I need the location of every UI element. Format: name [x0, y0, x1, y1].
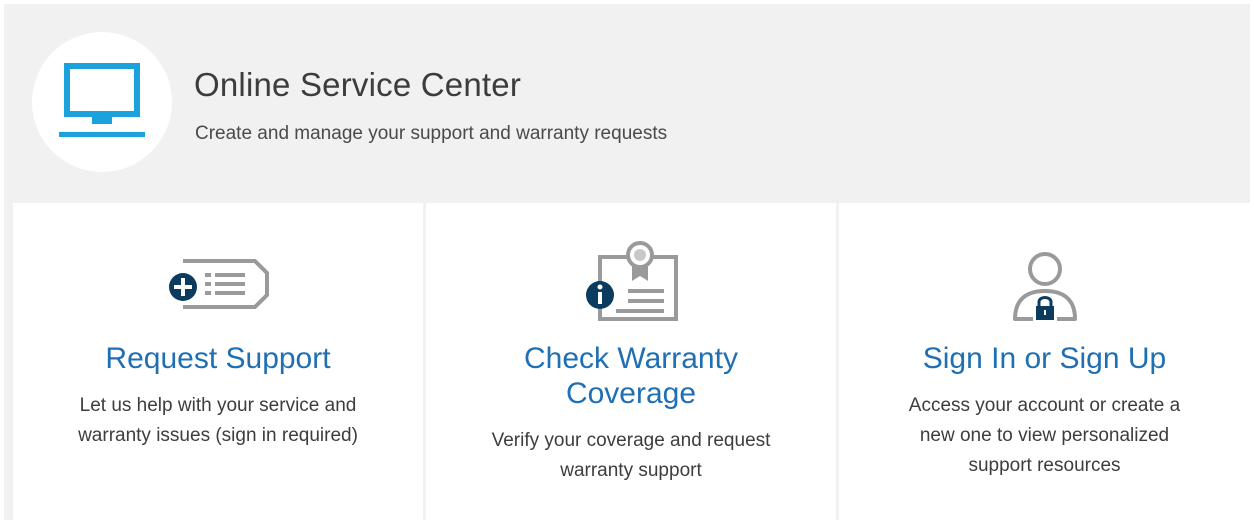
card-desc-line: Let us help with your service and [79, 395, 357, 416]
request-support-description: Let us help with your service and warran… [43, 391, 393, 451]
action-cards: Request Support Let us help with your se… [13, 203, 1250, 520]
card-desc-line: warranty issues (sign in required) [78, 425, 358, 446]
card-desc-line: support resources [968, 455, 1121, 476]
header-section: Online Service Center Create and manage … [4, 4, 1250, 200]
sign-in-title[interactable]: Sign In or Sign Up [839, 341, 1250, 376]
card-desc-line: Access your account or create a [908, 395, 1181, 416]
check-warranty-description: Verify your coverage and request warrant… [456, 426, 806, 486]
request-support-title[interactable]: Request Support [13, 341, 423, 376]
user-lock-icon [1012, 252, 1077, 321]
warranty-certificate-icon [586, 241, 678, 321]
card-desc-line: new one to view personalized [919, 425, 1170, 446]
card-title-line[interactable]: Sign In or Sign Up [839, 341, 1250, 376]
card-title-line[interactable]: Request Support [13, 341, 423, 376]
card-desc-line: Verify your coverage and request [491, 430, 771, 451]
check-warranty-title[interactable]: Check Warranty Coverage [426, 341, 836, 411]
logo-circle [32, 32, 172, 172]
monitor-icon [59, 63, 145, 137]
card-title-line[interactable]: Check Warranty [426, 341, 836, 376]
card-title-line[interactable]: Coverage [426, 376, 836, 411]
sign-in-card[interactable]: Sign In or Sign Up Access your account o… [839, 203, 1250, 520]
page-subtitle: Create and manage your support and warra… [195, 123, 668, 144]
online-service-center-panel: Online Service Center Create and manage … [4, 4, 1250, 520]
check-warranty-card[interactable]: Check Warranty Coverage Verify your cove… [426, 203, 836, 520]
request-support-card[interactable]: Request Support Let us help with your se… [13, 203, 423, 520]
page-title: Online Service Center [194, 66, 522, 103]
sign-in-description: Access your account or create a new one … [869, 391, 1220, 481]
card-desc-line: warranty support [560, 460, 702, 481]
request-support-icon [169, 259, 269, 309]
